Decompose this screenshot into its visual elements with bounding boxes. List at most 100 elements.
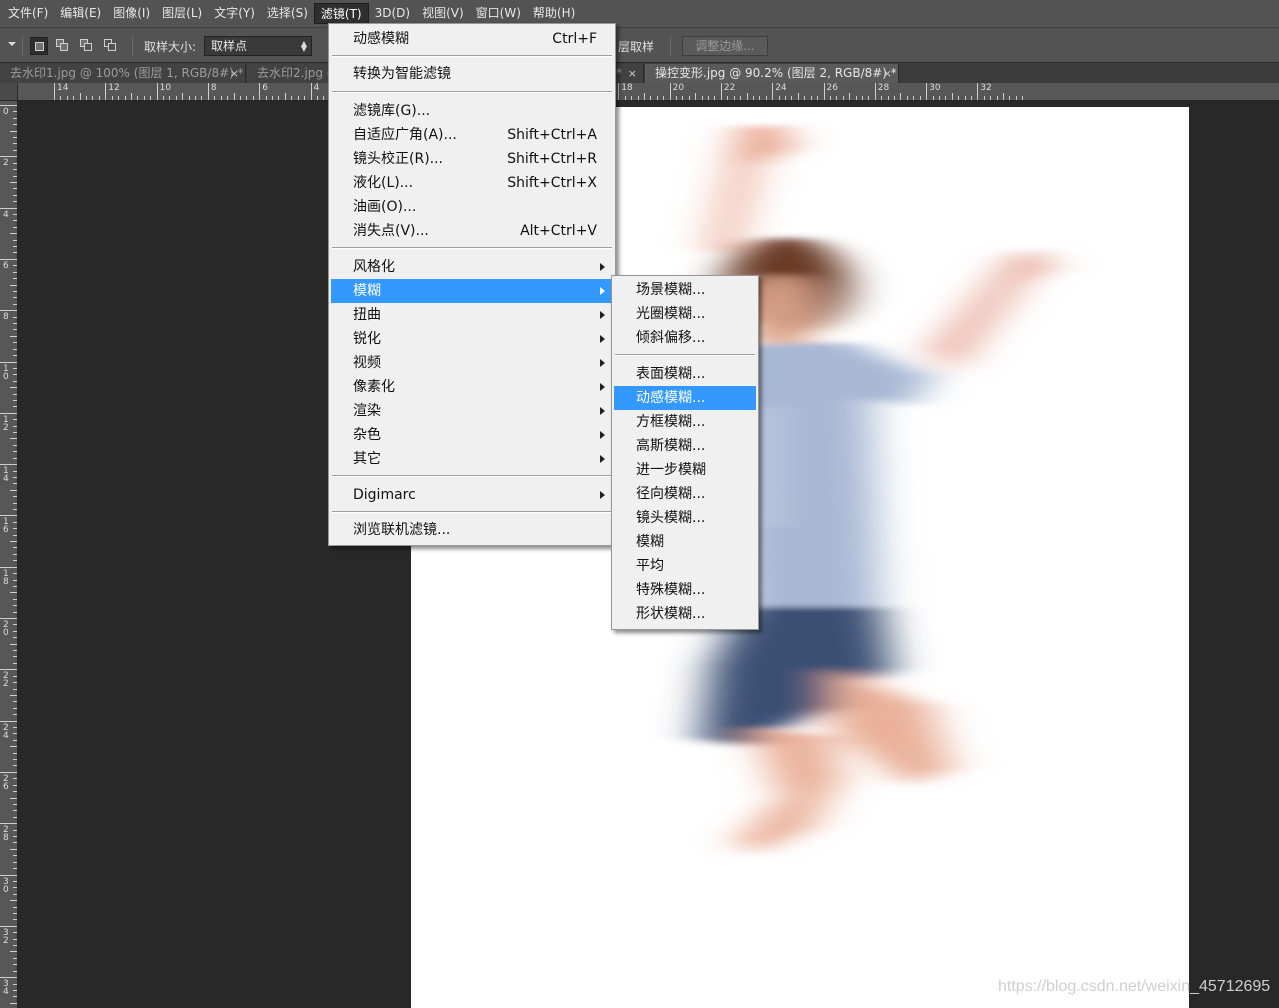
menu-item-convert-smart-filters[interactable]: 转换为智能滤镜 — [331, 62, 613, 86]
menu-layer[interactable]: 图层(L) — [156, 3, 208, 24]
ruler-origin[interactable] — [0, 83, 18, 101]
menu-item-label: 杂色 — [353, 427, 381, 443]
menu-item-radial-blur[interactable]: 径向模糊... — [614, 482, 756, 506]
menu-item-shortcut: Alt+Ctrl+V — [520, 223, 597, 239]
menu-separator — [332, 475, 612, 477]
menu-item-other[interactable]: 其它 — [331, 447, 613, 471]
menu-item-vanishing-point[interactable]: 消失点(V)... Alt+Ctrl+V — [331, 219, 613, 243]
menu-item-filter-gallery[interactable]: 滤镜库(G)... — [331, 99, 613, 123]
menu-item-shortcut: Shift+Ctrl+X — [507, 175, 597, 191]
ruler-minor-tick — [13, 585, 17, 587]
ruler-label: 2 — [3, 158, 9, 169]
ruler-minor-tick — [964, 96, 966, 100]
menu-item-box-blur[interactable]: 方框模糊... — [614, 410, 756, 434]
menu-item-digimarc[interactable]: Digimarc — [331, 483, 613, 507]
menu-item-label: 风格化 — [353, 259, 395, 275]
ruler-label: 26 — [3, 773, 9, 792]
menu-item-video[interactable]: 视频 — [331, 351, 613, 375]
menu-item-surface-blur[interactable]: 表面模糊... — [614, 362, 756, 386]
ruler-minor-tick — [13, 444, 17, 446]
ruler-minor-tick — [220, 96, 222, 100]
ruler-minor-tick — [13, 451, 17, 453]
menu-file[interactable]: 文件(F) — [2, 3, 54, 24]
menu-item-lens-blur[interactable]: 镜头模糊... — [614, 506, 756, 530]
menu-window[interactable]: 窗口(W) — [470, 3, 527, 24]
menu-item-lens-correction[interactable]: 镜头校正(R)... Shift+Ctrl+R — [331, 147, 613, 171]
add-to-selection-mode-button[interactable] — [54, 37, 72, 55]
menu-item-blur[interactable]: 模糊 — [331, 279, 613, 303]
tab-document-1[interactable]: 去水印1.jpg @ 100% (图层 1, RGB/8#) * × — [0, 64, 246, 83]
ruler-major-tick — [259, 83, 261, 100]
menu-item-blur-simple[interactable]: 模糊 — [614, 530, 756, 554]
subtract-from-selection-mode-button[interactable] — [78, 37, 96, 55]
menu-select[interactable]: 选择(S) — [261, 3, 314, 24]
ruler-major-tick — [0, 977, 17, 979]
close-icon[interactable]: × — [628, 64, 637, 83]
menu-item-iris-blur[interactable]: 光圈模糊... — [614, 302, 756, 326]
menu-item-blur-more[interactable]: 进一步模糊 — [614, 458, 756, 482]
sample-all-layers-label[interactable]: 层取样 — [618, 38, 654, 55]
ruler-minor-tick — [13, 169, 17, 171]
intersect-selection-mode-button[interactable] — [102, 37, 120, 55]
tab-document-active[interactable]: 操控变形.jpg @ 90.2% (图层 2, RGB/8#) * × — [645, 64, 899, 83]
menu-item-adaptive-wide-angle[interactable]: 自适应广角(A)... Shift+Ctrl+A — [331, 123, 613, 147]
ruler-minor-tick — [13, 893, 17, 895]
new-selection-mode-button[interactable] — [30, 37, 48, 55]
menu-item-sharpen[interactable]: 锐化 — [331, 327, 613, 351]
menu-item-pixelate[interactable]: 像素化 — [331, 375, 613, 399]
menu-item-smart-blur[interactable]: 特殊模糊... — [614, 578, 756, 602]
ruler-minor-tick — [13, 419, 17, 421]
ruler-minor-tick — [13, 983, 17, 985]
menu-3d[interactable]: 3D(D) — [369, 3, 416, 24]
menu-item-stylize[interactable]: 风格化 — [331, 255, 613, 279]
ruler-minor-tick — [86, 96, 88, 100]
ruler-minor-tick — [13, 906, 17, 908]
ruler-minor-tick — [13, 624, 17, 626]
menu-item-tilt-shift[interactable]: 倾斜偏移... — [614, 326, 756, 350]
ruler-minor-tick — [10, 489, 17, 491]
menu-item-render[interactable]: 渲染 — [331, 399, 613, 423]
close-icon[interactable]: × — [230, 64, 239, 83]
ruler-minor-tick — [13, 271, 17, 273]
sample-size-select[interactable]: 取样点 ▲ ▼ — [204, 36, 312, 56]
tab-label: 操控变形.jpg @ 90.2% (图层 2, RGB/8#) * — [655, 66, 897, 80]
menu-item-oil-paint[interactable]: 油画(O)... — [331, 195, 613, 219]
ruler-minor-tick — [13, 508, 17, 510]
ruler-minor-tick — [13, 297, 17, 299]
menu-item-browse-filters-online[interactable]: 浏览联机滤镜... — [331, 518, 613, 542]
menu-filter[interactable]: 滤镜(T) — [313, 3, 369, 24]
ruler-minor-tick — [118, 96, 120, 100]
ruler-label: 34 — [3, 979, 9, 998]
ruler-minor-tick — [13, 829, 17, 831]
ruler-minor-tick — [13, 143, 17, 145]
ruler-label: 14 — [3, 466, 9, 485]
ruler-label: 12 — [108, 83, 120, 93]
refine-edge-button[interactable]: 调整边缘... — [682, 36, 768, 56]
menu-view[interactable]: 视图(V) — [416, 3, 470, 24]
ruler-minor-tick — [708, 96, 710, 100]
ruler-minor-tick — [740, 96, 742, 100]
menu-item-noise[interactable]: 杂色 — [331, 423, 613, 447]
ruler-minor-tick — [143, 96, 145, 100]
menu-item-shape-blur[interactable]: 形状模糊... — [614, 602, 756, 626]
menu-image[interactable]: 图像(I) — [107, 3, 156, 24]
menu-item-label: 浏览联机滤镜... — [353, 522, 451, 538]
ruler-minor-tick — [10, 592, 17, 594]
menu-item-last-filter[interactable]: 动感模糊 Ctrl+F — [331, 27, 613, 51]
menu-item-average[interactable]: 平均 — [614, 554, 756, 578]
menu-edit[interactable]: 编辑(E) — [54, 3, 107, 24]
ruler-minor-tick — [13, 842, 17, 844]
tab-document-2[interactable]: 去水印2.jpg @ — [247, 64, 331, 83]
menu-item-liquify[interactable]: 液化(L)... Shift+Ctrl+X — [331, 171, 613, 195]
menu-item-gaussian-blur[interactable]: 高斯模糊... — [614, 434, 756, 458]
menu-type[interactable]: 文字(Y) — [208, 3, 261, 24]
submenu-arrow-icon — [600, 407, 605, 415]
close-icon[interactable]: × — [883, 64, 892, 83]
menu-item-distort[interactable]: 扭曲 — [331, 303, 613, 327]
tool-preset-dropdown-icon[interactable] — [8, 42, 16, 46]
options-bar: 取样大小: 取样点 ▲ ▼ 层取样 调整边缘... — [0, 27, 1279, 63]
ruler-minor-tick — [130, 93, 132, 100]
menu-help[interactable]: 帮助(H) — [527, 3, 581, 24]
menu-item-motion-blur[interactable]: 动感模糊... — [614, 386, 756, 410]
menu-item-field-blur[interactable]: 场景模糊... — [614, 278, 756, 302]
